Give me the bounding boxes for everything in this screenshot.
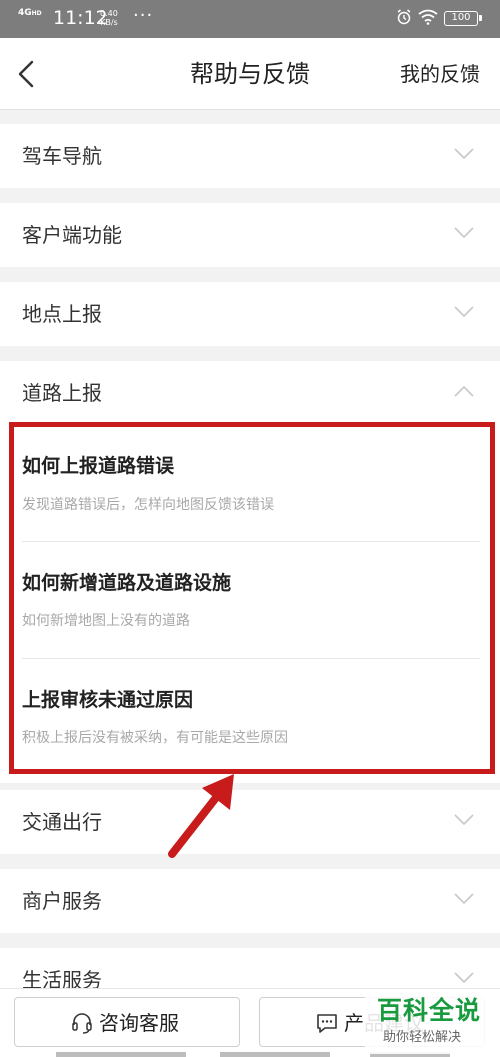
consult-support-button[interactable]: 咨询客服 <box>14 997 240 1047</box>
category-label: 商户服务 <box>22 889 102 913</box>
chevron-up-icon <box>454 385 474 397</box>
annotation-arrow-icon <box>168 774 234 858</box>
message-icon <box>317 1014 337 1033</box>
chevron-down-icon <box>454 893 474 905</box>
nav-strip <box>56 1052 186 1057</box>
network-speed: 0.40 KB/s <box>100 9 118 27</box>
category-driving-navigation[interactable]: 驾车导航 <box>0 124 500 188</box>
category-road-report[interactable]: 道路上报 <box>0 361 500 425</box>
category-merchant-services[interactable]: 商户服务 <box>0 869 500 933</box>
nav-strip <box>220 1052 330 1057</box>
watermark-logo: 百科全说 助你轻松解决 <box>365 992 495 1054</box>
category-transportation[interactable]: 交通出行 <box>0 790 500 854</box>
more-notifications-icon: ··· <box>133 5 154 26</box>
wifi-icon <box>418 9 438 25</box>
highlight-box <box>9 422 495 774</box>
category-client-features[interactable]: 客户端功能 <box>0 203 500 267</box>
category-label: 道路上报 <box>22 381 102 405</box>
network-indicator: 4GHD <box>18 8 42 18</box>
chevron-down-icon <box>454 148 474 160</box>
category-label: 交通出行 <box>22 810 102 834</box>
headset-icon <box>72 1013 92 1034</box>
chevron-down-icon <box>454 227 474 239</box>
chevron-down-icon <box>454 306 474 318</box>
watermark-subtitle: 助你轻松解决 <box>383 1030 462 1045</box>
my-feedback-link[interactable]: 我的反馈 <box>400 60 480 88</box>
chevron-down-icon <box>454 814 474 826</box>
category-label: 驾车导航 <box>22 144 102 168</box>
chevron-down-icon <box>454 972 474 984</box>
status-bar: 4GHD 11:12 0.40 KB/s ··· 100 <box>0 0 500 38</box>
watermark-title: 百科全说 <box>377 996 482 1025</box>
consult-label: 咨询客服 <box>99 1011 179 1035</box>
category-label: 客户端功能 <box>22 223 122 247</box>
category-place-report[interactable]: 地点上报 <box>0 282 500 346</box>
app-header: 帮助与反馈 我的反馈 <box>0 38 500 110</box>
battery-icon: 100 <box>444 11 482 26</box>
category-label: 地点上报 <box>22 302 102 326</box>
alarm-icon <box>397 9 411 25</box>
